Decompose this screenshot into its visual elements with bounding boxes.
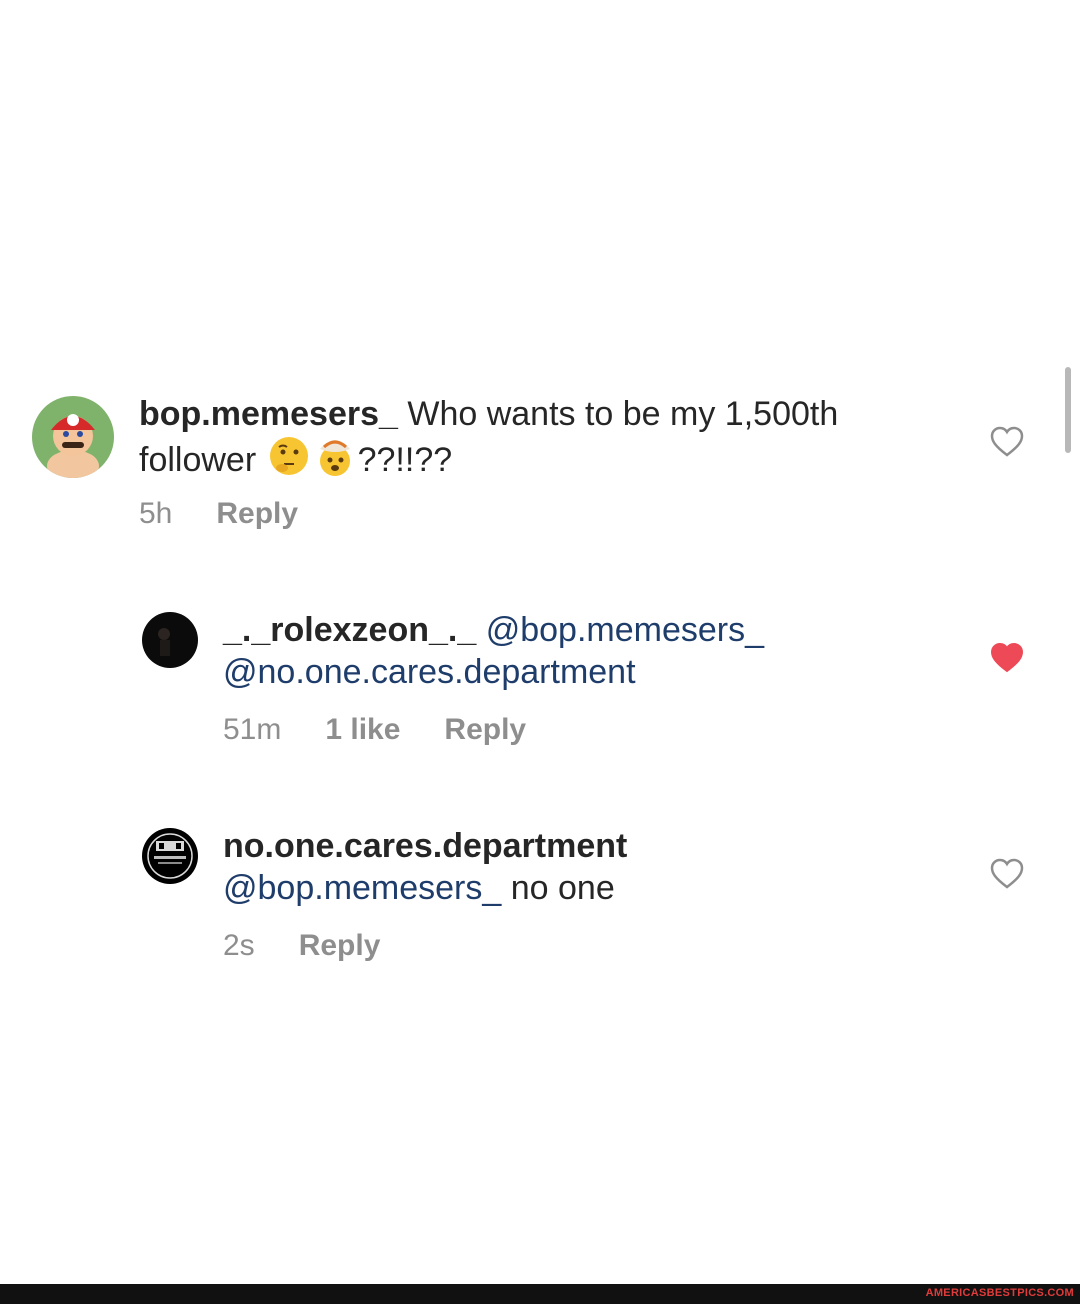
avatar[interactable] <box>142 828 198 884</box>
comment-body-punctuation: ??!!?? <box>357 441 453 479</box>
comment-text: no.one.cares.department @bop.memesers_ n… <box>223 825 963 909</box>
thinking-face-emoji-icon <box>269 437 308 475</box>
comment-text: bop.memesers_ Who wants to be my 1,500th… <box>139 393 939 481</box>
scrollbar[interactable] <box>1065 367 1071 453</box>
comment-text: _._rolexzeon_._ @bop.memesers_ @no.one.c… <box>223 609 963 693</box>
exploding-head-emoji-icon <box>319 440 350 476</box>
avatar[interactable] <box>142 612 198 668</box>
comment-body: Who wants to be my 1,500th <box>397 395 839 433</box>
reply-button[interactable]: Reply <box>299 929 381 963</box>
comment-meta: 5h Reply <box>139 497 298 531</box>
reply-button[interactable]: Reply <box>444 713 526 747</box>
mention-link[interactable]: @bop.memesers_ <box>223 869 501 907</box>
likes-count[interactable]: 1 like <box>325 713 400 747</box>
username[interactable]: bop.memesers_ <box>139 395 398 433</box>
reply-button[interactable]: Reply <box>216 497 298 531</box>
timestamp: 51m <box>223 713 282 746</box>
mention-link[interactable]: @no.one.cares.department <box>223 653 636 691</box>
heart-filled-icon[interactable] <box>990 642 1024 674</box>
comment-meta: 2s Reply <box>223 929 380 963</box>
watermark-bar: AMERICASBESTPICS.COM <box>0 1284 1080 1304</box>
username[interactable]: no.one.cares.department <box>223 827 627 865</box>
comment-body-line2: follower <box>139 441 266 479</box>
timestamp: 2s <box>223 929 255 962</box>
username[interactable]: _._rolexzeon_._ <box>223 611 476 649</box>
comment-meta: 51m 1 like Reply <box>223 713 526 747</box>
avatar[interactable] <box>32 396 114 478</box>
heart-outline-icon[interactable] <box>990 858 1024 890</box>
timestamp: 5h <box>139 497 173 530</box>
comment-body: no one <box>501 869 615 907</box>
heart-outline-icon[interactable] <box>990 426 1024 458</box>
mention-link[interactable]: @bop.memesers_ <box>486 611 764 649</box>
watermark-text: AMERICASBESTPICS.COM <box>925 1287 1074 1299</box>
